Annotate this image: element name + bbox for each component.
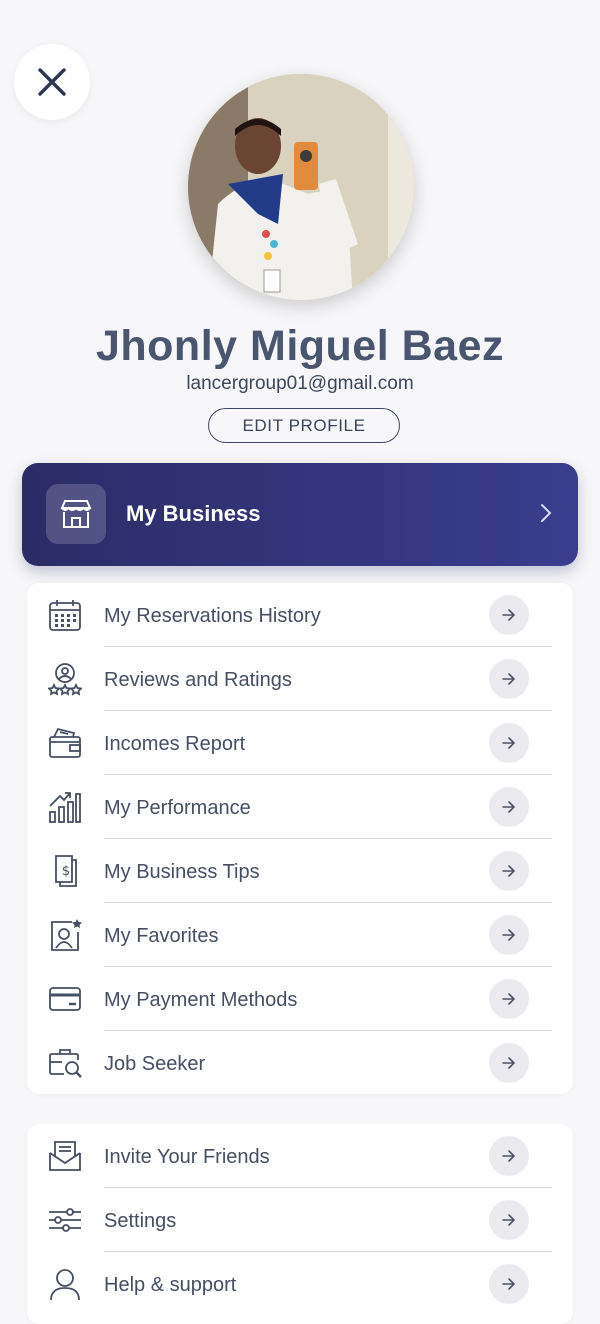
menu-item-invite-friends[interactable]: Invite Your Friends	[27, 1124, 573, 1188]
job-search-icon	[47, 1045, 83, 1081]
menu-item-settings[interactable]: Settings	[27, 1188, 573, 1252]
close-icon	[37, 67, 67, 97]
arrow-right-icon[interactable]	[489, 1043, 529, 1083]
menu-item-incomes-report[interactable]: Incomes Report	[27, 711, 573, 775]
avatar[interactable]	[188, 74, 414, 300]
menu-item-label: Invite Your Friends	[104, 1146, 270, 1168]
help-user-icon	[47, 1266, 83, 1302]
my-business-card[interactable]: My Business	[22, 463, 578, 566]
menu-item-performance[interactable]: My Performance	[27, 775, 573, 839]
menu-item-label: Settings	[104, 1210, 177, 1232]
svg-text:$: $	[62, 864, 70, 879]
menu-item-label: Reviews and Ratings	[104, 669, 292, 691]
my-business-label: My Business	[126, 501, 261, 526]
profile-name: Jhonly Miguel Baez	[95, 322, 504, 370]
arrow-right-icon[interactable]	[489, 595, 529, 635]
menu-item-label: My Payment Methods	[104, 989, 298, 1011]
menu-item-label: Job Seeker	[104, 1053, 206, 1075]
wallet-icon	[47, 725, 83, 761]
menu-item-label: Incomes Report	[104, 733, 246, 755]
menu-item-job-seeker[interactable]: Job Seeker	[27, 1031, 573, 1095]
favorite-user-icon	[47, 917, 83, 953]
rating-award-icon	[47, 661, 83, 697]
menu-item-label: My Performance	[104, 797, 251, 819]
credit-card-icon	[47, 981, 83, 1017]
arrow-right-icon[interactable]	[489, 1136, 529, 1176]
arrow-right-icon[interactable]	[489, 979, 529, 1019]
secondary-menu-card: Invite Your Friends Settings Help & supp…	[27, 1124, 573, 1324]
menu-item-favorites[interactable]: My Favorites	[27, 903, 573, 967]
menu-item-business-tips[interactable]: $ My Business Tips	[27, 839, 573, 903]
calendar-icon	[47, 597, 83, 633]
close-button[interactable]	[14, 44, 90, 120]
main-menu-card: My Reservations History Reviews and Rati…	[27, 583, 573, 1094]
menu-item-label: My Favorites	[104, 925, 219, 947]
menu-item-label: My Business Tips	[104, 861, 260, 883]
performance-chart-icon	[47, 789, 83, 825]
arrow-right-icon[interactable]	[489, 915, 529, 955]
menu-item-label: My Reservations History	[104, 605, 321, 627]
menu-item-reservations-history[interactable]: My Reservations History	[27, 583, 573, 647]
tips-receipt-icon: $	[47, 853, 83, 889]
settings-sliders-icon	[47, 1202, 83, 1238]
profile-email: lancergroup01@gmail.com	[186, 373, 414, 394]
menu-item-reviews-ratings[interactable]: Reviews and Ratings	[27, 647, 573, 711]
edit-profile-button[interactable]: EDIT PROFILE	[208, 408, 400, 443]
menu-item-label: Help & support	[104, 1274, 237, 1296]
invite-mail-icon	[47, 1138, 83, 1174]
arrow-right-icon[interactable]	[489, 659, 529, 699]
arrow-right-icon[interactable]	[489, 851, 529, 891]
menu-item-help-support[interactable]: Help & support	[27, 1252, 573, 1316]
arrow-right-icon[interactable]	[489, 1264, 529, 1304]
arrow-right-icon[interactable]	[489, 1200, 529, 1240]
arrow-right-icon[interactable]	[489, 787, 529, 827]
menu-item-payment-methods[interactable]: My Payment Methods	[27, 967, 573, 1031]
store-icon	[59, 498, 93, 530]
store-icon-box	[46, 484, 106, 544]
arrow-right-icon[interactable]	[489, 723, 529, 763]
chevron-right-icon	[540, 503, 552, 523]
